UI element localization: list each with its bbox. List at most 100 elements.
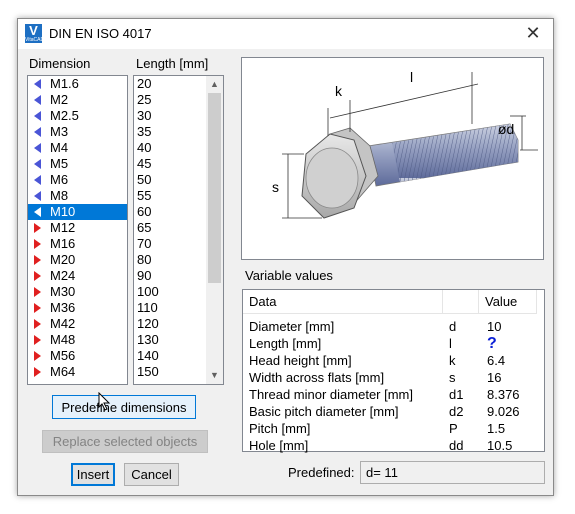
table-row[interactable]: Pitch [mm] P 1.5 — [243, 420, 544, 437]
dimension-item[interactable]: M5 — [28, 156, 127, 172]
app-icon: V VitaCAD — [25, 23, 45, 43]
left-triangle-icon — [34, 79, 41, 89]
dimension-item-label: M24 — [50, 268, 76, 283]
dimension-item[interactable]: M12 — [28, 220, 127, 236]
right-triangle-icon — [34, 367, 41, 377]
dimension-item[interactable]: M20 — [28, 252, 127, 268]
dimension-item[interactable]: M56 — [28, 348, 127, 364]
dimension-item-label: M16 — [50, 236, 76, 251]
scroll-up-icon[interactable]: ▲ — [206, 76, 223, 93]
left-triangle-icon — [34, 95, 41, 105]
table-row[interactable]: Length [mm] l? — [243, 335, 544, 352]
dimension-item[interactable]: M2.5 — [28, 108, 127, 124]
row-value: 8.376 — [487, 387, 520, 402]
insert-button[interactable]: Insert — [71, 463, 115, 486]
row-data: Width across flats [mm] — [249, 370, 385, 385]
dimension-item[interactable]: M4 — [28, 140, 127, 156]
length-label: Length [mm] — [136, 56, 209, 71]
dimension-item[interactable]: M2 — [28, 92, 127, 108]
dimension-item-label: M2 — [50, 92, 69, 107]
title-bar: V VitaCAD DIN EN ISO 4017 ✕ — [18, 19, 553, 49]
dimension-item[interactable]: M8 — [28, 188, 127, 204]
header-symbol[interactable] — [443, 290, 479, 314]
dialog-window: V VitaCAD DIN EN ISO 4017 ✕ Dimension Len… — [17, 18, 554, 496]
left-triangle-icon — [34, 127, 41, 137]
dimension-item[interactable]: M10 — [28, 204, 127, 220]
dimension-listbox[interactable]: M1.6 M2 M2.5 M3 M4 M5 M6 M8 M10 M12 M16 M20 M24 M30 M3… — [27, 75, 128, 385]
row-value: 1.5 — [487, 421, 506, 436]
dimension-item[interactable]: M16 — [28, 236, 127, 252]
scroll-down-icon[interactable]: ▼ — [206, 367, 223, 384]
row-data: Pitch [mm] — [249, 421, 311, 436]
table-row[interactable]: Width across flats [mm] s 16 — [243, 369, 544, 386]
table-row[interactable]: Hole [mm] dd 10.5 — [243, 437, 544, 454]
predefined-label: Predefined: — [288, 465, 355, 480]
right-triangle-icon — [34, 239, 41, 249]
dimension-item-label: M4 — [50, 140, 69, 155]
question-mark-icon[interactable]: ? — [487, 335, 497, 352]
dimension-item-label: M20 — [50, 252, 76, 267]
dimension-item-label: M10 — [50, 204, 76, 219]
dimension-item-label: M1.6 — [50, 76, 79, 91]
scroll-thumb[interactable] — [208, 93, 221, 283]
dimension-item-label: M2.5 — [50, 108, 79, 123]
label-l: l — [410, 69, 413, 85]
row-data: Basic pitch diameter [mm] — [249, 404, 399, 419]
table-row[interactable]: Diameter [mm] d 10 — [243, 318, 544, 335]
row-data: Hole [mm] — [249, 438, 309, 453]
right-triangle-icon — [34, 319, 41, 329]
cancel-button[interactable]: Cancel — [124, 463, 179, 486]
row-data: Length [mm] — [249, 336, 322, 351]
row-data: Diameter [mm] — [249, 319, 335, 334]
predefine-dimensions-button[interactable]: Predefine dimensions — [52, 395, 196, 419]
dimension-item-label: M3 — [50, 124, 69, 139]
dimension-item-label: M42 — [50, 316, 76, 331]
dimension-item[interactable]: M36 — [28, 300, 127, 316]
right-triangle-icon — [34, 271, 41, 281]
variables-table[interactable]: Data Value Diameter [mm] d 10 Length [mm] l?… — [242, 289, 545, 454]
row-symbol: l — [449, 336, 452, 351]
mouse-cursor-icon — [98, 392, 111, 411]
row-symbol: d — [449, 319, 457, 334]
header-data[interactable]: Data — [243, 290, 443, 314]
row-value: 10.5 — [487, 438, 513, 453]
row-symbol: s — [449, 370, 456, 385]
table-row[interactable]: Basic pitch diameter [mm] d2 9.026 — [243, 403, 544, 420]
left-triangle-icon — [34, 207, 41, 217]
dimension-item[interactable]: M3 — [28, 124, 127, 140]
dimension-item[interactable]: M42 — [28, 316, 127, 332]
bolt-drawing: l k ød s — [241, 57, 544, 260]
dimension-item[interactable]: M6 — [28, 172, 127, 188]
dimension-item-label: M56 — [50, 348, 76, 363]
close-icon[interactable]: ✕ — [513, 19, 553, 49]
row-value: 9.026 — [487, 404, 520, 419]
row-symbol: dd — [449, 438, 464, 453]
dimension-item[interactable]: M1.6 — [28, 76, 127, 92]
header-value[interactable]: Value — [479, 290, 537, 314]
dimension-item[interactable]: M30 — [28, 284, 127, 300]
table-row[interactable]: Thread minor diameter [mm] d1 8.376 — [243, 386, 544, 403]
window-title: DIN EN ISO 4017 — [49, 26, 152, 41]
replace-selected-objects-button[interactable]: Replace selected objects — [42, 430, 208, 453]
right-triangle-icon — [34, 287, 41, 297]
row-value: 16 — [487, 370, 502, 385]
left-triangle-icon — [34, 143, 41, 153]
left-triangle-icon — [34, 175, 41, 185]
dimension-label: Dimension — [29, 56, 91, 71]
dimension-item-label: M6 — [50, 172, 69, 187]
left-triangle-icon — [34, 159, 41, 169]
dimension-item[interactable]: M48 — [28, 332, 127, 348]
length-scrollbar[interactable]: ▲ ▼ — [206, 76, 223, 384]
dimension-item-label: M48 — [50, 332, 76, 347]
row-data: Thread minor diameter [mm] — [249, 387, 413, 402]
variable-values-label: Variable values — [245, 268, 333, 283]
length-listbox[interactable]: 20 25 30 35 40 45 50 55 60 65 70 80 90 100 110 120 130 14… — [133, 75, 224, 385]
left-triangle-icon — [34, 111, 41, 121]
dimension-item[interactable]: M24 — [28, 268, 127, 284]
row-symbol: d1 — [449, 387, 464, 402]
right-triangle-icon — [34, 351, 41, 361]
table-row[interactable]: Head height [mm] k 6.4 — [243, 352, 544, 369]
dimension-item[interactable]: M64 — [28, 364, 127, 380]
dimension-item-label: M8 — [50, 188, 69, 203]
label-k: k — [335, 83, 343, 99]
